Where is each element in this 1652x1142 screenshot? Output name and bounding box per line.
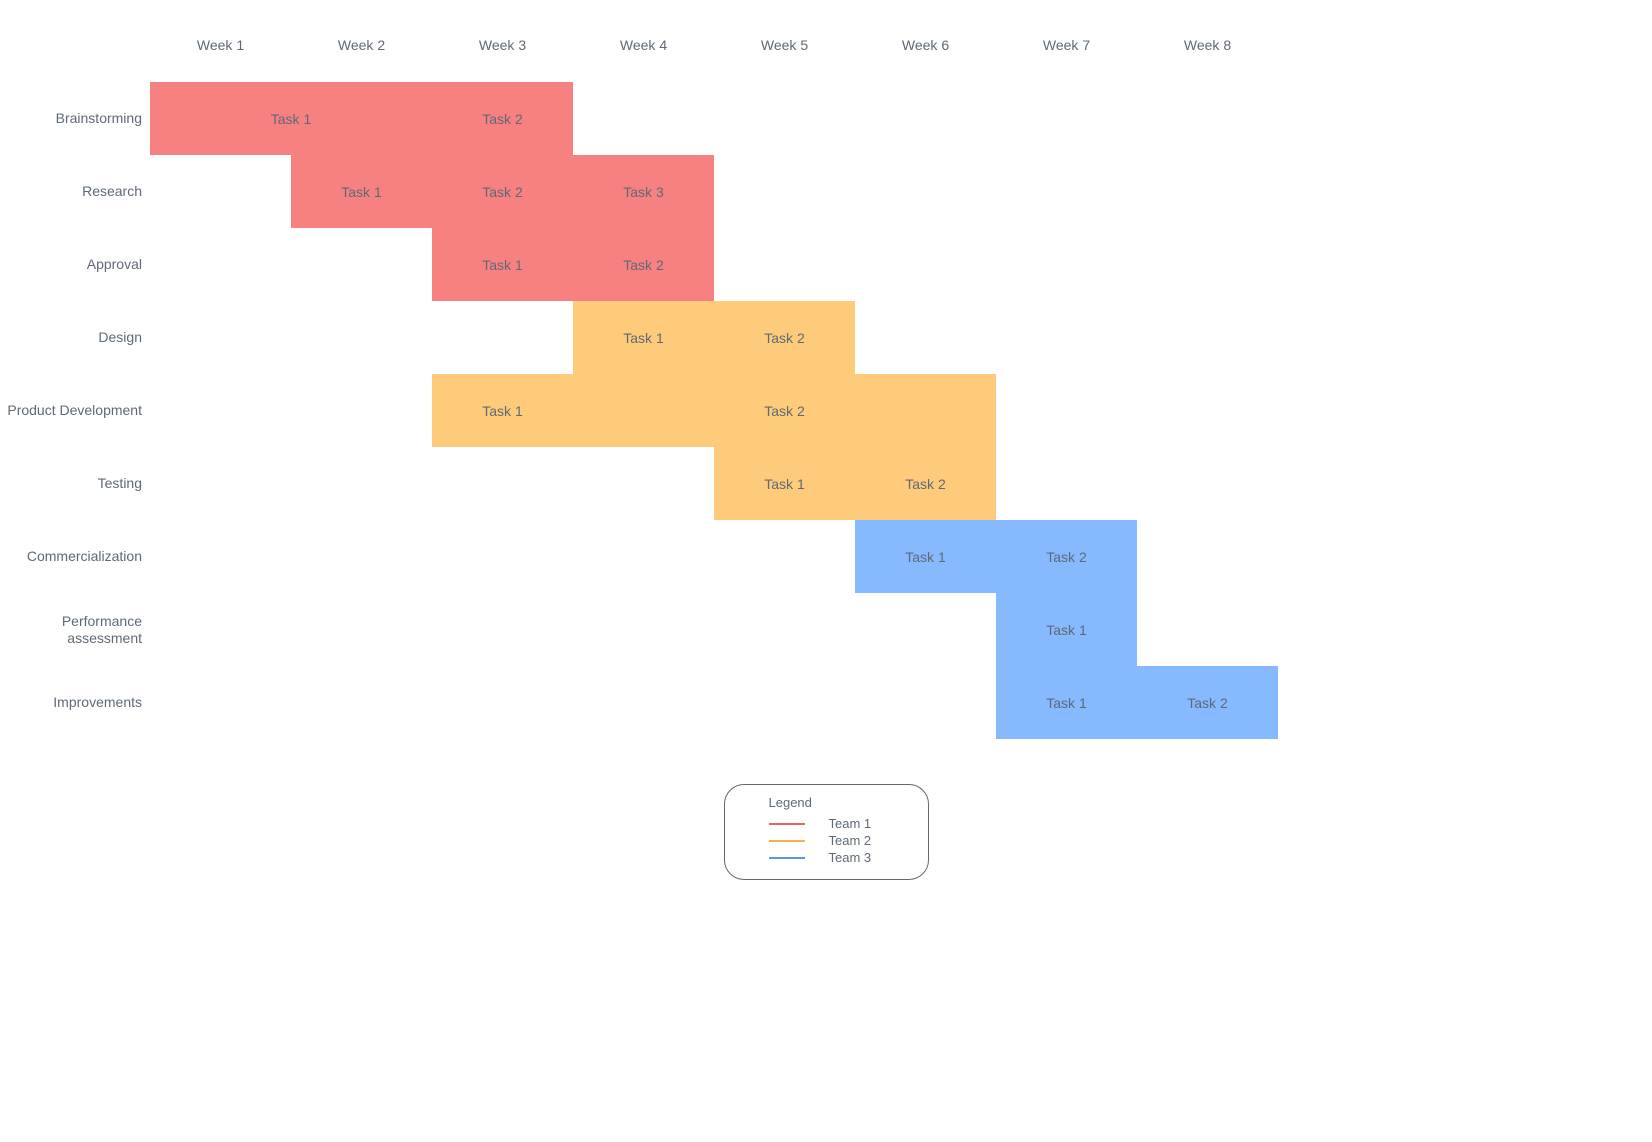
- week-label: Week 5: [714, 20, 855, 70]
- task-bar: Task 1: [573, 301, 714, 374]
- task-bar: Task 2: [1137, 666, 1278, 739]
- row-label: Testing: [0, 475, 150, 492]
- legend-item-team2: Team 2: [739, 833, 914, 848]
- gantt-row: Product DevelopmentTask 1Task 2: [0, 374, 1320, 447]
- row-track: Task 1Task 2: [150, 666, 1320, 739]
- row-label: Approval: [0, 256, 150, 273]
- row-track: Task 1Task 2: [150, 82, 1320, 155]
- legend-swatch-team3: [769, 857, 805, 859]
- week-label: Week 7: [996, 20, 1137, 70]
- task-bar: Task 2: [432, 155, 573, 228]
- task-bar: Task 2: [432, 82, 573, 155]
- task-bar: Task 1: [855, 520, 996, 593]
- task-bar: Task 1: [291, 155, 432, 228]
- row-track: Task 1Task 2: [150, 374, 1320, 447]
- task-bar: Task 2: [855, 447, 996, 520]
- task-bar: Task 2: [714, 301, 855, 374]
- task-bar: Task 1: [432, 374, 573, 447]
- row-label: Design: [0, 329, 150, 346]
- row-track: Task 1Task 2Task 3: [150, 155, 1320, 228]
- row-track: Task 1Task 2: [150, 447, 1320, 520]
- gantt-row: ResearchTask 1Task 2Task 3: [0, 155, 1320, 228]
- gantt-header-right: Week 1Week 2Week 3Week 4Week 5Week 6Week…: [150, 20, 1320, 70]
- task-bar: Task 2: [573, 228, 714, 301]
- task-bar: Task 3: [573, 155, 714, 228]
- week-label: Week 2: [291, 20, 432, 70]
- row-track: Task 1Task 2: [150, 228, 1320, 301]
- row-label: Research: [0, 183, 150, 200]
- legend-label: Team 1: [829, 816, 872, 831]
- row-label: Commercialization: [0, 548, 150, 565]
- legend: Legend Team 1 Team 2 Team 3: [724, 784, 929, 880]
- legend-item-team3: Team 3: [739, 850, 914, 865]
- task-bar: Task 1: [150, 82, 432, 155]
- gantt-row: Performance assessment Task 1: [0, 593, 1320, 666]
- task-bar: Task 1: [432, 228, 573, 301]
- row-track: Task 1Task 2: [150, 520, 1320, 593]
- gantt-row: ImprovementsTask 1Task 2: [0, 666, 1320, 739]
- task-bar: Task 1: [996, 593, 1137, 666]
- week-label: Week 1: [150, 20, 291, 70]
- gantt-row: DesignTask 1Task 2: [0, 301, 1320, 374]
- gantt-row: BrainstormingTask 1Task 2: [0, 82, 1320, 155]
- legend-swatch-team2: [769, 840, 805, 842]
- week-label: Week 8: [1137, 20, 1278, 70]
- gantt-row: ApprovalTask 1Task 2: [0, 228, 1320, 301]
- row-label: Product Development: [0, 402, 150, 419]
- week-label: Week 6: [855, 20, 996, 70]
- gantt-header-row: Week 1Week 2Week 3Week 4Week 5Week 6Week…: [0, 20, 1320, 70]
- legend-item-team1: Team 1: [739, 816, 914, 831]
- legend-title: Legend: [739, 795, 914, 810]
- row-label: Performance assessment: [0, 613, 150, 647]
- task-bar: Task 2: [573, 374, 996, 447]
- gantt-row: CommercializationTask 1Task 2: [0, 520, 1320, 593]
- task-bar: Task 2: [996, 520, 1137, 593]
- legend-label: Team 3: [829, 850, 872, 865]
- row-label: Brainstorming: [0, 110, 150, 127]
- week-label: Week 4: [573, 20, 714, 70]
- legend-label: Team 2: [829, 833, 872, 848]
- row-label: Improvements: [0, 694, 150, 711]
- gantt-chart: Week 1Week 2Week 3Week 4Week 5Week 6Week…: [0, 20, 1320, 739]
- row-track: Task 1Task 2: [150, 301, 1320, 374]
- gantt-row: TestingTask 1Task 2: [0, 447, 1320, 520]
- row-track: Task 1: [150, 593, 1320, 666]
- task-bar: Task 1: [714, 447, 855, 520]
- task-bar: Task 1: [996, 666, 1137, 739]
- week-label: Week 3: [432, 20, 573, 70]
- legend-swatch-team1: [769, 823, 805, 825]
